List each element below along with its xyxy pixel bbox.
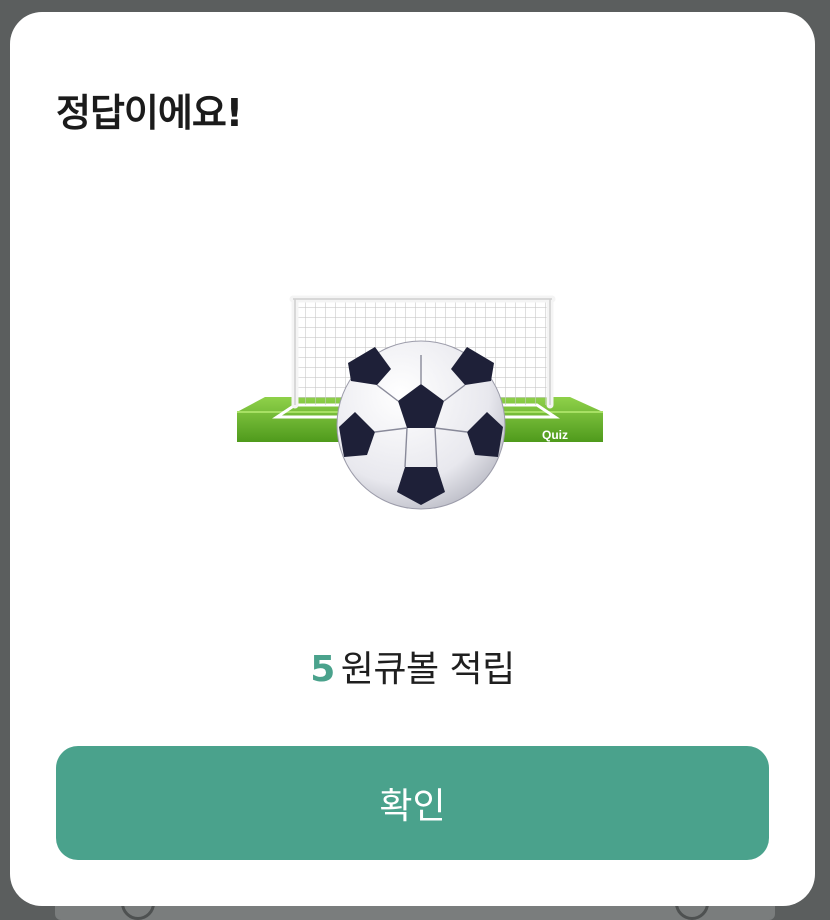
quiz-badge: Quiz (542, 428, 568, 442)
reward-text: 원큐볼 적립 (340, 649, 516, 690)
modal-title: 정답이에요! (56, 91, 243, 135)
reward-message: 5 원큐볼 적립 (10, 640, 815, 692)
confirm-button[interactable]: 확인 (56, 746, 769, 860)
quiz-result-modal: 정답이에요! Quiz 5 원큐볼 적립 확인 (10, 12, 815, 906)
soccer-goal-ball-icon: Quiz (225, 277, 605, 512)
reward-amount: 5 (310, 649, 335, 690)
